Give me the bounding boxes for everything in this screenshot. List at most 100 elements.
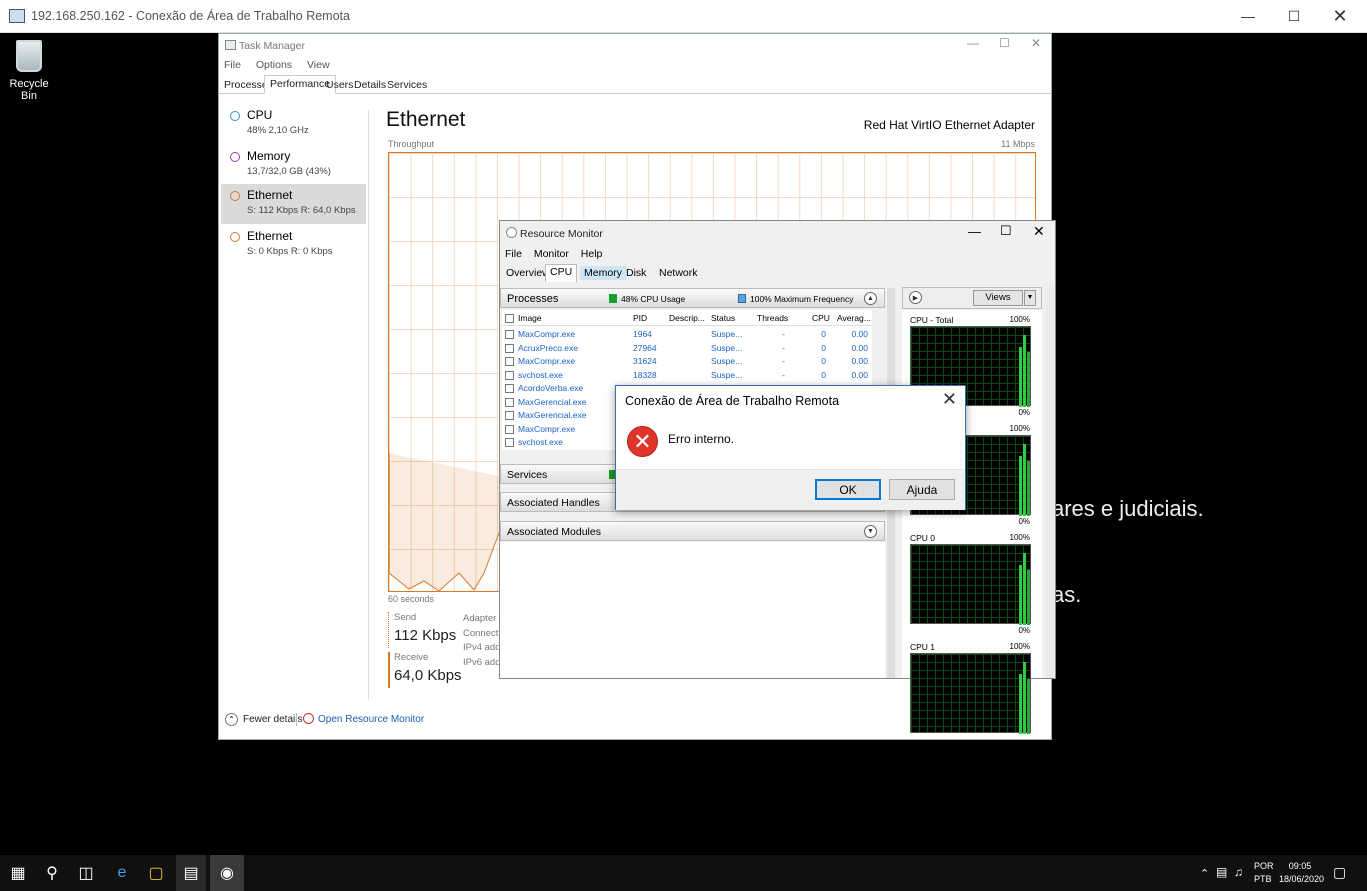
table-cell: AcruxPreco.exe [518, 342, 578, 353]
sidebar-item-label: Ethernet [247, 188, 293, 202]
open-resource-monitor-link[interactable]: Open Resource Monitor [318, 714, 424, 725]
rm-menu-help[interactable]: Help [581, 248, 603, 260]
internet-explorer-icon[interactable]: e [110, 861, 134, 885]
column-header-description[interactable]: Descrip... [669, 313, 705, 323]
fewer-details-link[interactable]: Fewer details [243, 714, 302, 725]
chevron-right-icon[interactable]: ▶ [909, 291, 922, 304]
column-header-cpu[interactable]: CPU [812, 313, 830, 323]
tm-tab-bar: Processes Performance Users Details Serv… [219, 75, 1051, 94]
tm-menu-view[interactable]: View [307, 59, 330, 71]
help-button[interactable]: Ajuda [889, 479, 955, 500]
table-row[interactable]: MaxCompr.exe 31624 Suspe... - 0 0.00 [502, 355, 872, 369]
rm-menu-file[interactable]: File [505, 248, 522, 260]
processes-section-header[interactable]: Processes 48% CPU Usage 100% Maximum Fre… [500, 288, 885, 308]
column-header-average[interactable]: Averag... [837, 313, 871, 323]
rm-tab-cpu[interactable]: CPU [545, 264, 578, 282]
row-checkbox[interactable] [505, 411, 514, 420]
rdp-window-title: 192.168.250.162 - Conexão de Área de Tra… [31, 9, 350, 23]
rdp-minimize-button[interactable]: — [1225, 0, 1271, 32]
receive-value: 64,0 Kbps [394, 667, 462, 684]
cpu-indicator-icon [230, 111, 240, 121]
table-row[interactable]: MaxCompr.exe 1964 Suspe... - 0 0.00 [502, 328, 872, 342]
table-cell: svchost.exe [518, 437, 563, 447]
chevron-down-icon[interactable]: ▼ [864, 525, 877, 538]
column-header-status[interactable]: Status [711, 313, 735, 323]
select-all-checkbox[interactable] [505, 314, 514, 323]
tm-maximize-button[interactable]: ☐ [999, 36, 1010, 50]
footer-divider [296, 713, 297, 726]
notifications-icon[interactable]: ▢ [1333, 864, 1346, 881]
table-row[interactable]: svchost.exe 18328 Suspe... - 0 0.00 [502, 369, 872, 383]
language-indicator[interactable]: POR PTB [1254, 861, 1274, 884]
row-checkbox[interactable] [505, 424, 514, 434]
resource-monitor-icon [303, 713, 314, 724]
row-checkbox[interactable] [505, 330, 514, 339]
chevron-up-icon[interactable]: ▲ [864, 292, 877, 305]
rm-maximize-button[interactable]: ☐ [1000, 223, 1012, 239]
rdp-maximize-button[interactable]: ☐ [1271, 0, 1317, 32]
search-icon[interactable]: ⚲ [40, 861, 64, 885]
views-button[interactable]: Views [973, 290, 1023, 306]
tm-menu-options[interactable]: Options [256, 59, 292, 71]
adapter-name: Red Hat VirtIO Ethernet Adapter [863, 118, 1035, 132]
cpu-graph-max: 100% [1009, 424, 1030, 433]
sidebar-item-memory[interactable]: Memory 13,7/32,0 GB (43%) [221, 145, 366, 185]
recycle-bin[interactable]: Recycle Bin [7, 40, 51, 102]
column-header-image[interactable]: Image [518, 313, 542, 323]
sidebar-item-ethernet-2[interactable]: Ethernet S: 0 Kbps R: 0 Kbps [221, 225, 366, 265]
table-header: Image PID Descrip... Status Threads CPU … [502, 312, 872, 326]
row-checkbox[interactable] [505, 357, 514, 366]
table-cell: 0 [821, 369, 826, 380]
dialog-close-button[interactable]: ✕ [942, 389, 957, 410]
sidebar-item-sub: 48% 2,10 GHz [247, 125, 309, 136]
column-header-threads[interactable]: Threads [757, 313, 788, 323]
volume-icon[interactable]: ♫ [1234, 865, 1243, 879]
processes-label: Processes [507, 293, 559, 305]
page-title: Ethernet [386, 108, 466, 131]
ok-button[interactable]: OK [815, 479, 881, 500]
max-frequency-label: 100% Maximum Frequency [750, 294, 854, 304]
modules-section-header[interactable]: Associated Modules ▼ [500, 521, 885, 541]
rm-tab-disk[interactable]: Disk [622, 266, 650, 280]
start-icon[interactable]: ▦ [6, 861, 30, 885]
file-explorer-icon[interactable]: ▢ [144, 861, 168, 885]
sidebar-item-ethernet-1[interactable]: Ethernet S: 112 Kbps R: 64,0 Kbps [221, 184, 366, 224]
tm-menu-file[interactable]: File [224, 59, 241, 71]
table-cell: MaxGerencial.exe [518, 396, 587, 407]
ethernet-indicator-icon [230, 191, 240, 201]
send-stat: Send 112 Kbps [388, 612, 456, 648]
rm-tab-memory[interactable]: Memory [580, 266, 626, 280]
table-cell: 0.00 [851, 329, 868, 339]
clock[interactable]: 09:05 18/06/2020 [1279, 861, 1324, 884]
rm-close-button[interactable]: ✕ [1033, 223, 1045, 240]
rdp-close-button[interactable]: ✕ [1317, 0, 1363, 32]
row-checkbox[interactable] [505, 438, 514, 447]
column-header-pid[interactable]: PID [633, 313, 647, 323]
network-icon[interactable]: ▤ [1216, 865, 1227, 879]
graphs-scrollbar[interactable] [1046, 287, 1054, 678]
row-checkbox[interactable] [505, 343, 514, 353]
task-manager-taskbar-icon[interactable]: ▤ [176, 855, 206, 891]
tm-close-button[interactable]: ✕ [1031, 36, 1041, 50]
cpu-graph-max: 100% [1009, 315, 1030, 324]
tm-minimize-button[interactable]: — [967, 36, 979, 50]
table-row[interactable]: AcruxPreco.exe 27964 Suspe... - 0 0.00 [502, 342, 872, 356]
task-view-icon[interactable]: ◫ [74, 861, 98, 885]
keyboard-code: PTB [1254, 874, 1272, 884]
row-checkbox[interactable] [505, 370, 514, 380]
rm-tab-network[interactable]: Network [655, 266, 702, 280]
resource-monitor-icon [506, 227, 517, 238]
views-dropdown-icon[interactable]: ▼ [1024, 290, 1036, 306]
modules-content [500, 542, 885, 678]
row-checkbox[interactable] [505, 384, 514, 393]
table-cell: Suspe... [711, 369, 743, 380]
resource-monitor-taskbar-icon[interactable]: ◉ [210, 855, 244, 891]
sidebar-item-cpu[interactable]: CPU 48% 2,10 GHz [221, 104, 366, 144]
rm-menu-monitor[interactable]: Monitor [534, 248, 569, 260]
row-checkbox[interactable] [505, 397, 514, 407]
rm-minimize-button[interactable]: — [968, 224, 981, 239]
tab-services[interactable]: Services [382, 77, 432, 93]
chevron-up-icon[interactable]: ⌃ [225, 713, 238, 726]
cpu-graph-label: CPU - Total [910, 315, 954, 325]
chevron-up-tray-icon[interactable]: ⌃ [1200, 867, 1209, 880]
